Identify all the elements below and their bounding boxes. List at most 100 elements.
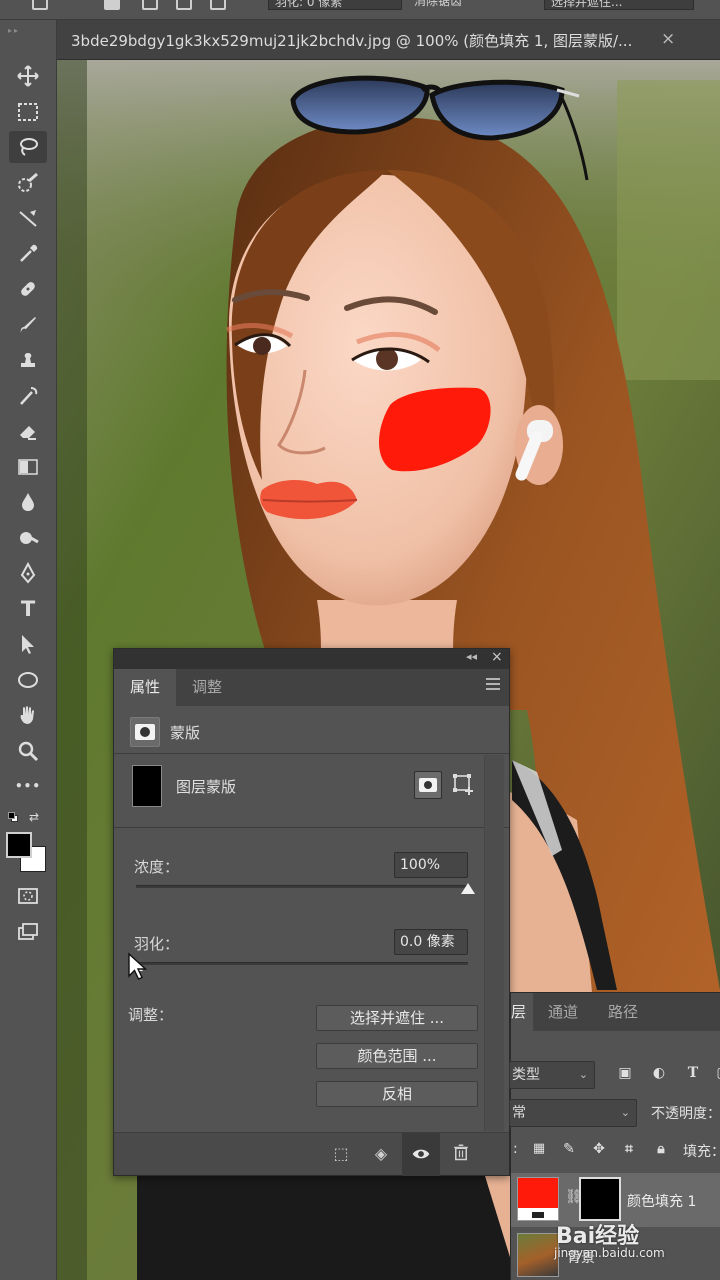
- panel-header[interactable]: ◂◂ ×: [114, 649, 509, 669]
- select-pixel-mask-button[interactable]: [414, 771, 442, 799]
- quick-mask-button[interactable]: [9, 880, 47, 912]
- stamp-icon: [21, 353, 35, 367]
- tab-adjustments[interactable]: 调整: [176, 669, 238, 706]
- fill-layer-thumbnail: [517, 1177, 559, 1221]
- foreground-color-swatch[interactable]: [6, 832, 32, 858]
- blend-mode-value: 常: [512, 1105, 526, 1121]
- divider: [114, 753, 509, 754]
- density-input[interactable]: 100%: [394, 852, 468, 878]
- filter-shape-icon[interactable]: ▢: [713, 1065, 720, 1085]
- divider: [114, 827, 509, 828]
- screen-mode-icon: [18, 923, 38, 940]
- default-colors-icon[interactable]: [8, 812, 18, 822]
- stamp-tool[interactable]: [9, 344, 47, 376]
- filter-pixel-icon[interactable]: ▣: [615, 1065, 635, 1085]
- healing-tool[interactable]: [9, 273, 47, 305]
- document-tab[interactable]: 3bde29bdgy1gk3kx529muj21jk2bchdv.jpg @ 1…: [57, 20, 720, 60]
- lock-all-icon[interactable]: 🔒︎: [651, 1141, 671, 1161]
- subtract-selection-icon[interactable]: [176, 0, 192, 10]
- select-and-mask-button[interactable]: 选择并遮住 ...: [316, 1005, 478, 1031]
- baidu-watermark: Bai经验 jingyan.baidu.com: [548, 1218, 718, 1268]
- feather-slider[interactable]: [136, 962, 468, 965]
- tab-paths[interactable]: 路径: [595, 993, 651, 1031]
- panel-menu-icon[interactable]: [486, 678, 500, 693]
- hand-icon: [20, 706, 34, 724]
- type-icon: T: [20, 596, 36, 621]
- delete-mask-icon[interactable]: [450, 1143, 472, 1165]
- lock-artboard-icon[interactable]: ⌗: [619, 1141, 639, 1161]
- filter-adjustment-icon[interactable]: ◐: [649, 1065, 669, 1085]
- add-selection-icon[interactable]: [142, 0, 158, 10]
- brush-icon: [20, 316, 36, 333]
- quick-select-tool[interactable]: [9, 167, 47, 199]
- layer-mask-thumbnail[interactable]: [579, 1177, 621, 1221]
- move-tool[interactable]: [9, 60, 47, 92]
- lasso-tool[interactable]: [9, 131, 47, 163]
- ellipse-tool[interactable]: [9, 664, 47, 696]
- tab-channels[interactable]: 通道: [533, 993, 593, 1031]
- ellipsis-icon: •••: [14, 779, 41, 793]
- lock-transparent-icon[interactable]: ▦: [529, 1141, 549, 1161]
- chevron-down-icon: ⌄: [578, 1068, 588, 1081]
- new-selection-icon[interactable]: [104, 0, 120, 10]
- color-range-button[interactable]: 颜色范围 ...: [316, 1043, 478, 1069]
- eraser-tool[interactable]: [9, 415, 47, 447]
- layer-mask-label: 图层蒙版: [176, 778, 237, 796]
- type-tool[interactable]: T: [9, 593, 47, 625]
- blend-mode-select[interactable]: 常 ⌄: [509, 1099, 637, 1127]
- blur-tool[interactable]: [9, 486, 47, 518]
- dodge-tool[interactable]: [9, 522, 47, 554]
- marquee-tool[interactable]: [9, 96, 47, 128]
- pen-icon: [20, 561, 36, 584]
- intersect-selection-icon[interactable]: [210, 0, 226, 10]
- lasso-preset-icon[interactable]: [32, 0, 48, 10]
- lock-label: :: [513, 1141, 518, 1157]
- crop-tool[interactable]: [9, 202, 47, 234]
- add-vector-mask-icon[interactable]: [452, 773, 476, 797]
- density-slider[interactable]: [136, 885, 468, 888]
- select-and-mask-button[interactable]: 选择并遮住...: [544, 0, 694, 10]
- quick-mask-icon: [18, 888, 38, 904]
- lock-position-icon[interactable]: ✥: [589, 1141, 609, 1161]
- history-brush-tool[interactable]: [9, 380, 47, 412]
- panel-scrollbar[interactable]: [484, 755, 504, 1131]
- antialias-checkbox[interactable]: 消除锯齿: [414, 0, 524, 10]
- dodge-icon: [20, 531, 39, 544]
- opacity-label: 不透明度：: [651, 1106, 720, 1122]
- apply-mask-icon[interactable]: ◈: [370, 1143, 392, 1165]
- screen-mode-button[interactable]: [9, 916, 47, 948]
- crop-icon: [19, 210, 37, 227]
- zoom-icon: [18, 741, 39, 761]
- tab-layers[interactable]: 层: [511, 993, 533, 1031]
- filter-type-icon[interactable]: T: [683, 1065, 703, 1085]
- density-slider-thumb[interactable]: [461, 883, 475, 894]
- move-icon: [17, 65, 39, 87]
- more-tools[interactable]: •••: [9, 770, 47, 802]
- pen-tool[interactable]: [9, 557, 47, 589]
- bandage-icon: [21, 282, 35, 296]
- lock-brush-icon[interactable]: ✎: [559, 1141, 579, 1161]
- invert-button[interactable]: 反相: [316, 1081, 478, 1107]
- toolbar-grip[interactable]: ▸▸: [8, 26, 48, 36]
- collapse-icon[interactable]: ◂◂: [466, 650, 477, 663]
- toggle-mask-visibility-icon[interactable]: [402, 1133, 440, 1176]
- drop-icon: [22, 493, 34, 511]
- feather-input[interactable]: 0.0 像素: [394, 929, 468, 955]
- swap-colors-icon[interactable]: ⇄: [29, 810, 39, 824]
- close-document-icon[interactable]: ×: [661, 29, 675, 49]
- brush-tool[interactable]: [9, 309, 47, 341]
- tab-properties[interactable]: 属性: [114, 669, 176, 706]
- properties-panel: ◂◂ × 属性 调整 蒙版 图层蒙版 浓度： 100% 羽化： 0.0 像素 调…: [113, 648, 510, 1176]
- layer-name: 颜色填充 1: [627, 1194, 697, 1210]
- path-select-tool[interactable]: [9, 628, 47, 660]
- chevron-down-icon: ⌄: [620, 1106, 630, 1119]
- close-panel-icon[interactable]: ×: [491, 649, 503, 665]
- feather-field[interactable]: 羽化: 0 像素: [268, 0, 402, 10]
- mask-thumbnail: [132, 765, 162, 807]
- zoom-tool[interactable]: [9, 735, 47, 767]
- eyedropper-tool[interactable]: [9, 238, 47, 270]
- filter-kind-select[interactable]: 类型 ⌄: [509, 1061, 595, 1089]
- gradient-tool[interactable]: [9, 451, 47, 483]
- load-selection-icon[interactable]: ⬚: [330, 1143, 352, 1165]
- hand-tool[interactable]: [9, 699, 47, 731]
